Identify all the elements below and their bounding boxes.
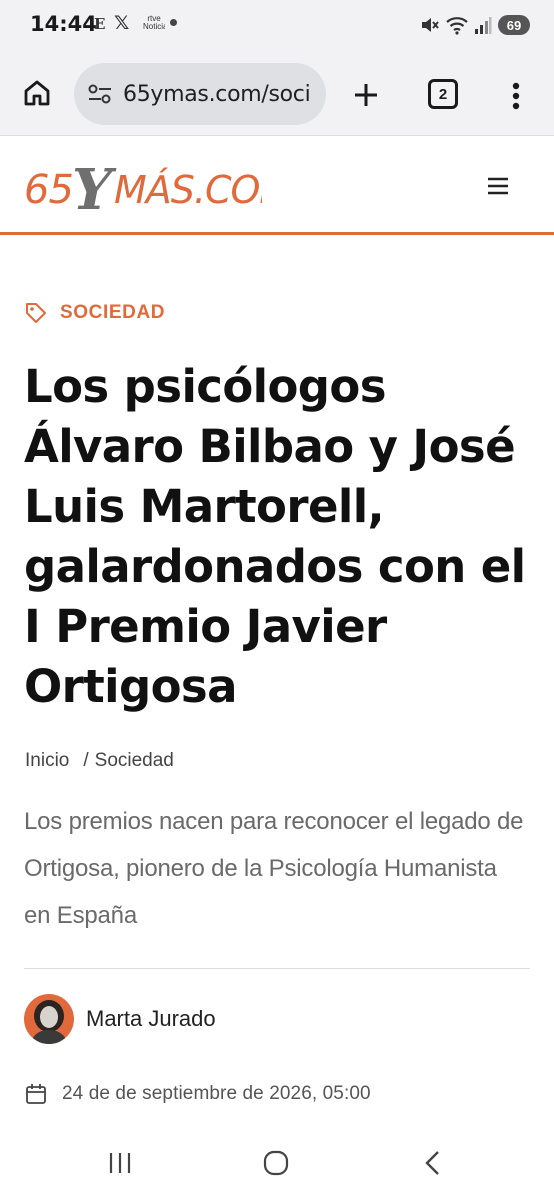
notification-x-icon: 𝕏 — [114, 12, 130, 34]
breadcrumb: Inicio / Sociedad — [25, 750, 174, 772]
more-notifications-dot — [170, 19, 177, 26]
url-text[interactable]: 65ymas.com/soci — [123, 82, 310, 107]
address-bar[interactable]: 65ymas.com/soci — [74, 63, 326, 125]
recents-button[interactable] — [100, 1148, 140, 1178]
article-category[interactable]: SOCIEDAD — [24, 300, 165, 326]
back-button[interactable] — [412, 1148, 452, 1178]
hamburger-icon[interactable] — [486, 175, 510, 197]
wifi-icon — [446, 17, 468, 35]
svg-text:MÁS.COM: MÁS.COM — [114, 168, 262, 212]
svg-text:Y: Y — [72, 157, 117, 221]
divider — [24, 968, 530, 969]
browser-toolbar: 65ymas.com/soci 2 — [0, 52, 554, 136]
svg-text:65: 65 — [24, 167, 73, 213]
article-subtitle: Los premios nacen para reconocer el lega… — [24, 808, 524, 929]
mute-icon — [422, 18, 439, 32]
status-bar: 14:44 E 𝕏 rtve Noticias 69 — [0, 0, 554, 52]
recents-icon — [109, 1153, 131, 1173]
calendar-icon — [26, 1084, 46, 1104]
home-icon — [24, 80, 50, 106]
notification-rtve-icon: rtve Noticias — [143, 15, 165, 31]
system-nav-bar — [0, 1130, 554, 1200]
browser-menu-button[interactable] — [500, 76, 532, 116]
author-block[interactable]: Marta Jurado — [24, 994, 216, 1044]
back-icon — [425, 1151, 439, 1175]
breadcrumb-section[interactable]: Sociedad — [95, 750, 174, 772]
nav-home-button[interactable] — [256, 1148, 296, 1178]
nav-home-icon — [263, 1150, 289, 1176]
plus-icon — [355, 84, 377, 106]
status-time: 14:44 — [30, 12, 97, 36]
status-icons: 69 — [420, 14, 530, 36]
notification-e-icon: E — [94, 15, 106, 33]
site-logo[interactable]: 65 Y MÁS.COM — [22, 151, 262, 221]
category-label[interactable]: SOCIEDAD — [60, 302, 165, 324]
publish-date: 24 de de septiembre de 2026, 05:00 — [24, 1082, 371, 1106]
author-name[interactable]: Marta Jurado — [86, 1006, 216, 1032]
date-text: 24 de de septiembre de 2026, 05:00 — [62, 1083, 371, 1104]
more-vert-icon — [512, 82, 520, 110]
tab-switcher-button[interactable]: 2 — [428, 79, 458, 109]
site-header: 65 Y MÁS.COM — [0, 137, 554, 235]
article-headline: Los psicólogos Álvaro Bilbao y José Luis… — [24, 360, 526, 713]
tag-icon — [26, 303, 46, 323]
new-tab-button[interactable] — [346, 75, 386, 115]
signal-icon — [475, 17, 492, 34]
breadcrumb-home[interactable]: Inicio — [25, 750, 69, 772]
home-button[interactable] — [18, 74, 56, 112]
tab-count: 2 — [438, 85, 448, 103]
avatar[interactable] — [24, 994, 74, 1044]
battery-indicator: 69 — [498, 15, 530, 35]
breadcrumb-separator: / — [83, 750, 89, 771]
tune-icon[interactable] — [86, 80, 114, 108]
